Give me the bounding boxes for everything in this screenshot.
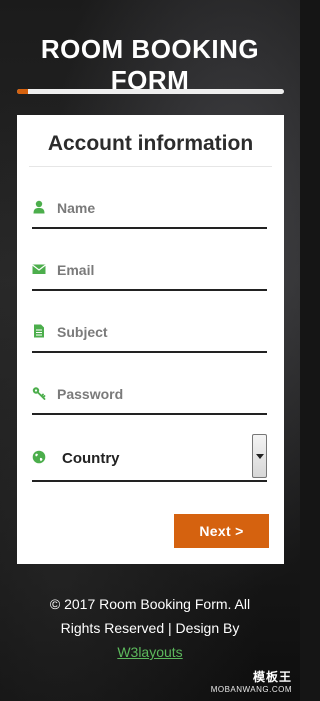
subject-input[interactable] [57,321,262,343]
subject-field [32,321,267,353]
page-title: ROOM BOOKING FORM [40,34,260,95]
email-input[interactable] [57,259,262,281]
chevron-down-icon[interactable] [252,434,267,478]
watermark-logo-text: 模板王 [252,670,292,684]
copyright-text: © 2017 Room Booking Form. All Rights Res… [49,596,251,636]
name-field [32,197,267,229]
password-field [32,383,267,415]
watermark-logo: 模板王 MOBANWANG.COM [211,668,292,694]
envelope-icon [32,262,46,276]
section-title: Account information [47,132,254,155]
key-icon [32,386,46,400]
country-selected-value: Country [62,450,120,467]
user-icon [32,200,46,214]
file-icon [32,324,46,338]
password-input[interactable] [57,383,262,405]
page: ROOM BOOKING FORM Account information Na… [0,0,300,701]
progress-bar [17,89,284,94]
next-button[interactable]: Next > [174,514,269,548]
globe-icon [32,450,46,464]
form-card: Account information Name Email Subject C… [17,115,284,564]
footer: © 2017 Room Booking Form. All Rights Res… [0,592,300,664]
divider [29,166,272,167]
email-field [32,259,267,291]
country-select[interactable]: Country [32,434,267,482]
progress-fill [17,89,28,94]
name-input[interactable] [57,197,262,219]
w3layouts-link[interactable]: W3layouts [117,644,182,660]
watermark-url: MOBANWANG.COM [210,685,292,694]
